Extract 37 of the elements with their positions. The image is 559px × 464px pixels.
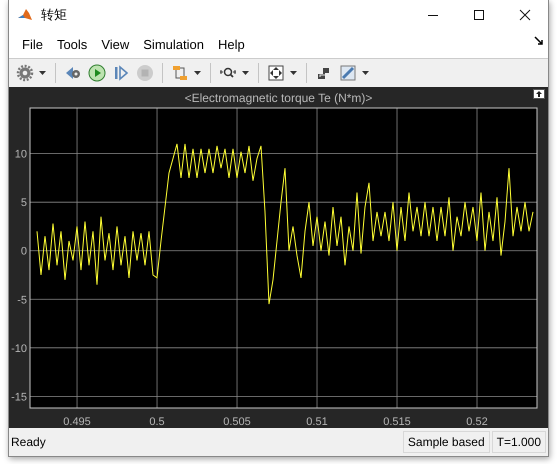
app-icon: [17, 7, 33, 23]
y-tick-label: 5: [20, 197, 27, 210]
x-tick-label: 0.495: [63, 416, 91, 428]
x-tick-label: 0.52: [466, 416, 488, 428]
ruler-icon[interactable]: [339, 64, 357, 82]
dropdown-caret-icon[interactable]: [362, 71, 369, 75]
y-tick-label: 10: [14, 148, 27, 161]
window-title: 转矩: [41, 6, 67, 24]
play-icon[interactable]: [88, 64, 106, 82]
block-diagram-icon[interactable]: [171, 64, 189, 82]
menu-item[interactable]: File: [15, 34, 50, 54]
status-field: T=1.000: [492, 431, 546, 453]
undock-icon[interactable]: [533, 89, 545, 99]
y-tick-label: -10: [11, 342, 27, 355]
y-tick-label: -5: [17, 294, 27, 306]
dropdown-caret-icon[interactable]: [194, 71, 201, 75]
x-tick-label: 0.515: [383, 416, 411, 428]
chart-title: <Electromagnetic torque Te (N*m)>: [184, 91, 372, 105]
x-tick-label: 0.51: [306, 416, 328, 428]
step-forward-icon[interactable]: [112, 64, 130, 82]
menu-item[interactable]: Simulation: [136, 34, 211, 54]
menu-item[interactable]: Help: [210, 34, 252, 54]
dropdown-caret-icon[interactable]: [242, 71, 249, 75]
menu-item[interactable]: View: [94, 34, 136, 54]
x-tick-label: 0.505: [223, 416, 251, 428]
x-tick-label: 0.5: [149, 416, 165, 428]
status-field: Sample based: [402, 431, 490, 453]
y-tick-label: -15: [11, 391, 27, 404]
menu-item[interactable]: Tools: [50, 34, 94, 54]
dropdown-caret-icon[interactable]: [290, 71, 297, 75]
step-back-icon[interactable]: [64, 64, 82, 82]
status-text: Ready: [10, 435, 46, 449]
y-tick-label: 0: [20, 246, 27, 258]
undock-icon[interactable]: [534, 36, 544, 46]
fit-icon[interactable]: [267, 64, 285, 82]
dropdown-caret-icon[interactable]: [39, 71, 46, 75]
gear-icon[interactable]: [16, 64, 34, 82]
